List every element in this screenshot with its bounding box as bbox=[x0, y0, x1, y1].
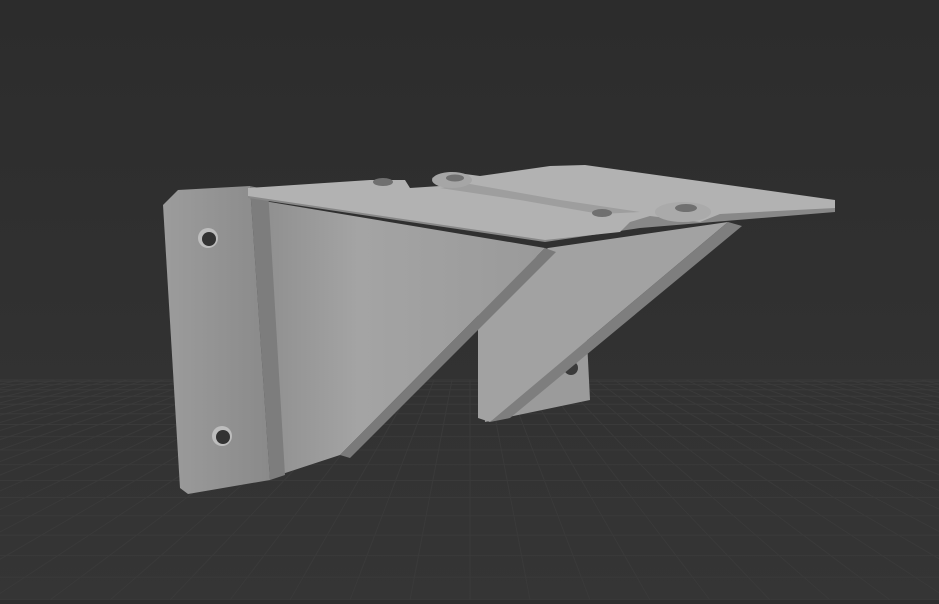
3d-viewport[interactable] bbox=[0, 0, 939, 601]
mounting-hole-top-inner bbox=[202, 232, 216, 246]
mounting-hole-bottom-inner bbox=[216, 430, 230, 444]
viewport-canvas[interactable] bbox=[0, 0, 939, 601]
screw-hole-2 bbox=[446, 174, 464, 182]
screw-hole-1 bbox=[373, 178, 393, 186]
screw-hole-3 bbox=[592, 209, 612, 217]
screw-hole-4 bbox=[675, 204, 697, 212]
